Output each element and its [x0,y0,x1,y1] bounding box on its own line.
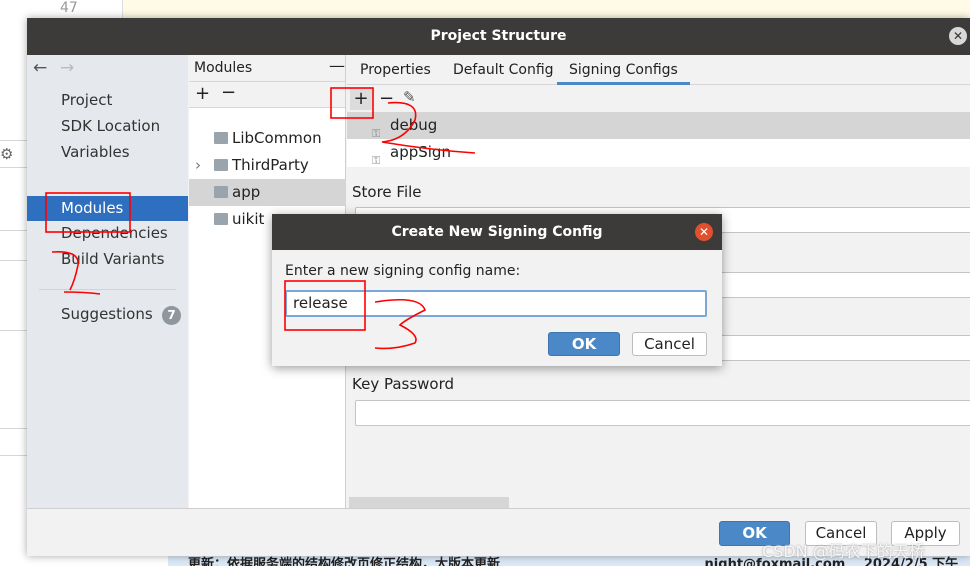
annotation-stroke [381,101,476,154]
annotation-box-release [284,280,366,331]
annotation-box-add [330,87,374,119]
annotation-stroke [374,299,426,350]
annotation-stroke [51,250,101,295]
watermark: CSDN @码农下的天桥 [762,542,925,561]
red-annotations [45,87,476,350]
annotation-box-modules [45,192,131,233]
